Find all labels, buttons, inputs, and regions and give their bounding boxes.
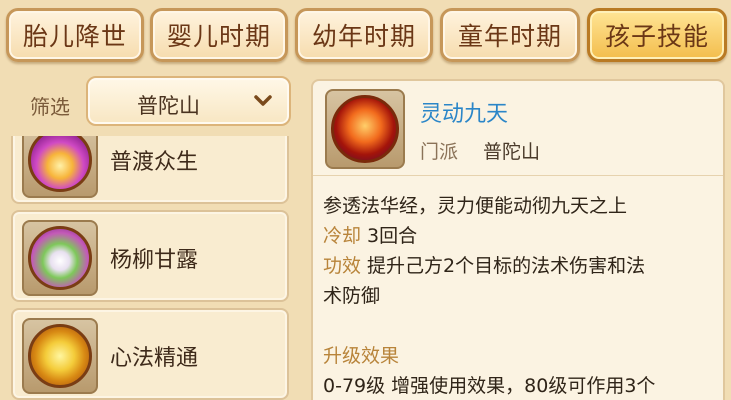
skill-detail-panel: 灵动九天 门派 普陀山 参透法华经，灵力便能动彻九天之上 冷却 3回合 功效 提升己…: [311, 79, 725, 400]
skill-flavor-text: 参透法华经，灵力便能动彻九天之上: [323, 195, 628, 217]
tab-infant[interactable]: 婴儿时期: [150, 8, 288, 62]
filter-selected-value: 普陀山: [137, 94, 200, 118]
effect-value-continued: 术防御: [323, 285, 381, 307]
skill-item-pudu[interactable]: 普渡众生: [11, 136, 289, 204]
skill-icon-frame: [22, 318, 98, 394]
upgrade-title: 升级效果: [323, 345, 400, 367]
skill-detail-header: 灵动九天 门派 普陀山: [313, 81, 723, 176]
golden-idol-icon: [28, 324, 92, 388]
school-filter-dropdown[interactable]: 普陀山: [86, 76, 291, 126]
skill-item-label: 杨柳甘露: [110, 248, 199, 273]
willow-vase-icon: [28, 226, 92, 290]
school-value: 普陀山: [483, 141, 541, 163]
skill-item-label: 普渡众生: [110, 150, 199, 175]
skill-item-xinfa[interactable]: 心法精通: [11, 308, 289, 400]
chevron-down-icon: [254, 95, 272, 106]
skill-item-label: 心法精通: [110, 346, 199, 371]
upgrade-line: 0-79级 增强使用效果，80级可作用3个: [323, 375, 656, 397]
skill-title: 灵动九天: [420, 102, 509, 127]
skill-list[interactable]: 普渡众生 杨柳甘露 心法精通: [8, 136, 292, 400]
effect-row: 功效 提升己方2个目标的法术伤害和法: [323, 251, 713, 281]
effect-label: 功效: [323, 255, 362, 277]
skill-icon-frame: [22, 136, 98, 198]
filter-label: 筛选: [30, 95, 70, 119]
cooldown-label: 冷却: [323, 225, 362, 247]
school-label: 门派: [420, 141, 459, 163]
skill-icon-frame: [325, 89, 405, 169]
skill-item-yangliu[interactable]: 杨柳甘露: [11, 210, 289, 302]
lotus-icon: [28, 136, 92, 192]
effect-value: 提升己方2个目标的法术伤害和法: [367, 255, 646, 277]
tab-child-skills[interactable]: 孩子技能: [587, 8, 727, 62]
tab-fetal[interactable]: 胎儿降世: [6, 8, 144, 62]
cooldown-value: 3回合: [367, 225, 418, 247]
cooldown-row: 冷却 3回合: [323, 221, 713, 251]
skill-icon-frame: [22, 220, 98, 296]
tab-childhood[interactable]: 童年时期: [440, 8, 580, 62]
tab-bar: 胎儿降世 婴儿时期 幼年时期 童年时期 孩子技能: [0, 0, 731, 70]
tab-early-childhood[interactable]: 幼年时期: [295, 8, 433, 62]
skill-description: 参透法华经，灵力便能动彻九天之上 冷却 3回合 功效 提升己方2个目标的法术伤害和法…: [323, 191, 713, 400]
flame-spirit-icon: [331, 95, 399, 163]
